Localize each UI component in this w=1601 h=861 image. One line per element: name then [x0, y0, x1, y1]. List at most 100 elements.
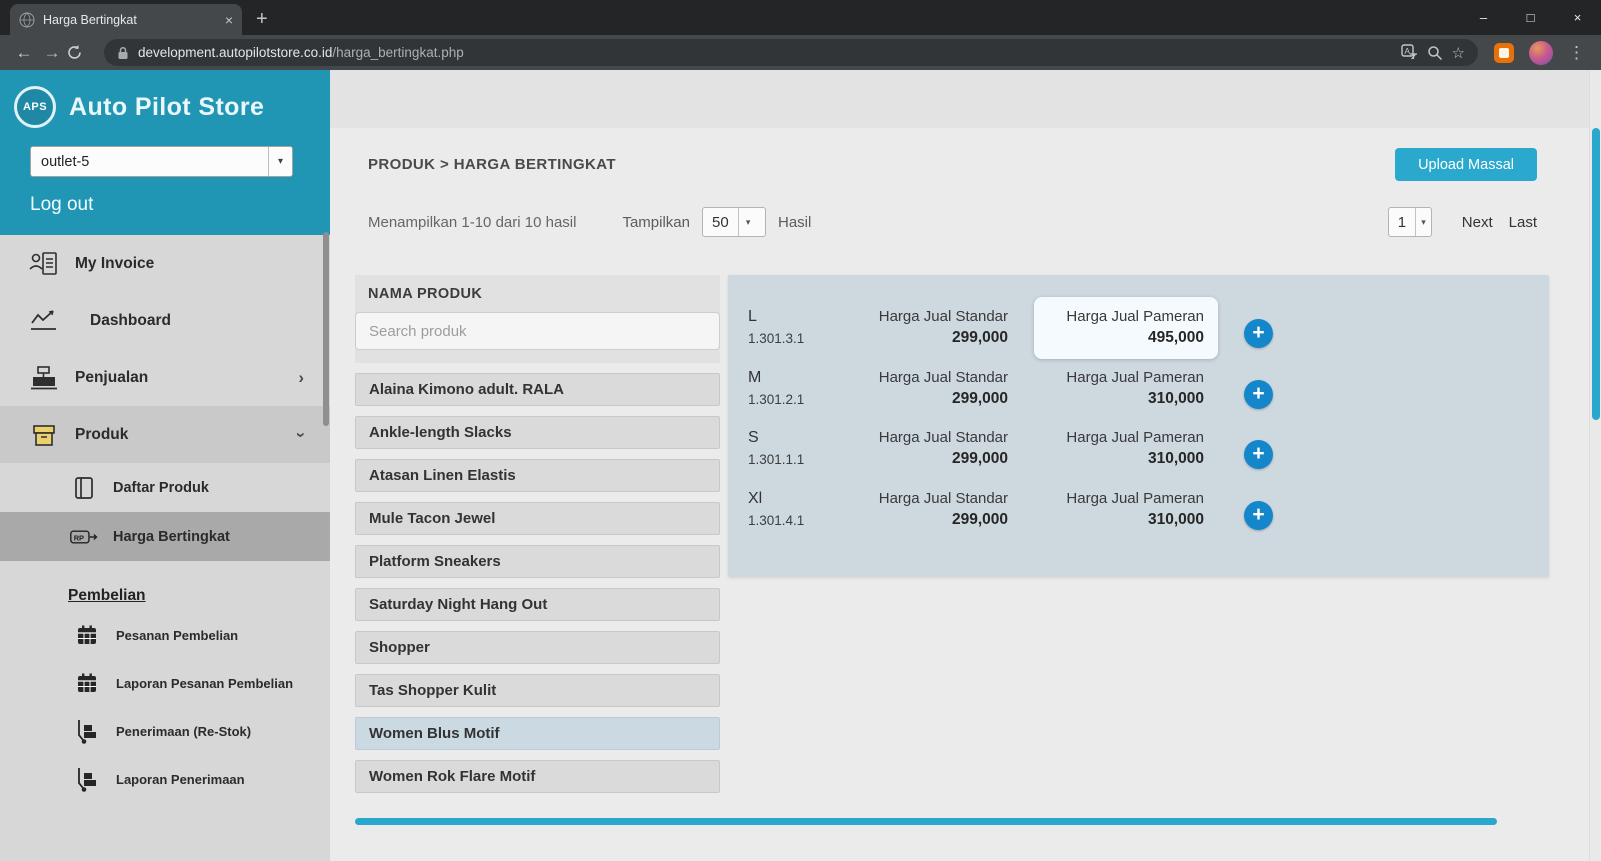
- browser-tab[interactable]: Harga Bertingkat ×: [10, 4, 242, 35]
- sidebar-item-produk[interactable]: Produk ›: [0, 406, 330, 463]
- variant-code: 1.301.1.1: [748, 452, 866, 467]
- pameran-price-cell[interactable]: Harga Jual Pameran 495,000: [1034, 297, 1218, 359]
- new-tab-button[interactable]: +: [256, 9, 268, 29]
- zoom-icon[interactable]: [1427, 45, 1443, 61]
- translate-icon[interactable]: A: [1401, 44, 1418, 61]
- horizontal-scrollbar-thumb[interactable]: [355, 818, 1497, 825]
- sidebar-item-my-invoice[interactable]: My Invoice: [0, 235, 330, 292]
- minimize-button[interactable]: –: [1460, 0, 1507, 35]
- pager: 1 ▾ Next Last: [1388, 207, 1537, 237]
- plus-icon: +: [1252, 383, 1264, 404]
- standar-price-cell[interactable]: Harga Jual Standar 299,000: [866, 419, 1008, 468]
- pameran-price-label: Harga Jual Pameran: [1048, 490, 1204, 507]
- page-body: NAMA PRODUK Alaina Kimono adult. RALA An…: [330, 275, 1601, 793]
- pameran-price-cell[interactable]: Harga Jual Pameran 310,000: [1034, 479, 1218, 541]
- product-list: Alaina Kimono adult. RALA Ankle-length S…: [355, 373, 720, 793]
- window-controls: – □ ×: [1460, 0, 1601, 35]
- product-name: Mule Tacon Jewel: [369, 510, 495, 527]
- sidebar-item-label: Penerimaan (Re-Stok): [116, 724, 251, 739]
- logout-link[interactable]: Log out: [0, 177, 330, 235]
- tab-strip: Harga Bertingkat × + – □ ×: [0, 0, 1601, 35]
- upload-massal-button[interactable]: Upload Massal: [1395, 148, 1537, 181]
- product-name: Shopper: [369, 639, 430, 656]
- page-size-arrow-icon: ▾: [738, 208, 758, 236]
- standar-price-label: Harga Jual Standar: [866, 429, 1008, 446]
- product-list-item[interactable]: Shopper: [355, 631, 720, 664]
- dashboard-chart-icon: [28, 308, 60, 334]
- product-list-item[interactable]: Women Blus Motif: [355, 717, 720, 750]
- sidebar-item-laporan-pesanan-pembelian[interactable]: Laporan Pesanan Pembelian: [0, 659, 330, 707]
- vertical-scrollbar-thumb[interactable]: [1592, 128, 1600, 420]
- sidebar-item-pesanan-pembelian[interactable]: Pesanan Pembelian: [0, 611, 330, 659]
- sidebar-item-penjualan[interactable]: Penjualan ›: [0, 349, 330, 406]
- product-name: Women Rok Flare Motif: [369, 768, 535, 785]
- variant-code: 1.301.4.1: [748, 513, 866, 528]
- product-name: Women Blus Motif: [369, 725, 500, 742]
- sidebar-item-penerimaan[interactable]: Penerimaan (Re-Stok): [0, 707, 330, 755]
- browser-chrome: Harga Bertingkat × + – □ × ← → developme…: [0, 0, 1601, 70]
- back-icon[interactable]: ←: [10, 43, 38, 63]
- sidebar-item-label: My Invoice: [75, 255, 154, 273]
- variant-size-cell: S 1.301.1.1: [748, 419, 866, 467]
- add-price-tier-button[interactable]: +: [1244, 440, 1273, 469]
- standar-price-cell[interactable]: Harga Jual Standar 299,000: [866, 359, 1008, 408]
- svg-text:RP: RP: [74, 533, 84, 542]
- product-list-item[interactable]: Women Rok Flare Motif: [355, 760, 720, 793]
- last-page-link[interactable]: Last: [1509, 214, 1537, 231]
- add-price-tier-button[interactable]: +: [1244, 319, 1273, 348]
- product-list-item[interactable]: Atasan Linen Elastis: [355, 459, 720, 492]
- outlet-select[interactable]: outlet-5 ▾: [30, 146, 293, 177]
- sidebar-menu: My Invoice Dashboard Penjualan ›: [0, 235, 330, 803]
- product-list-item[interactable]: Tas Shopper Kulit: [355, 674, 720, 707]
- maximize-button[interactable]: □: [1507, 0, 1554, 35]
- address-bar[interactable]: development.autopilotstore.co.id/harga_b…: [104, 39, 1478, 66]
- close-window-button[interactable]: ×: [1554, 0, 1601, 35]
- pameran-price-cell[interactable]: Harga Jual Pameran 310,000: [1034, 358, 1218, 420]
- extension-icon[interactable]: [1494, 43, 1514, 63]
- sidebar-item-dashboard[interactable]: Dashboard: [0, 292, 330, 349]
- page-number-select[interactable]: 1 ▾: [1388, 207, 1432, 237]
- url-text[interactable]: development.autopilotstore.co.id/harga_b…: [138, 45, 1392, 60]
- standar-price-cell[interactable]: Harga Jual Standar 299,000: [866, 480, 1008, 529]
- bookmark-star-icon[interactable]: ☆: [1452, 44, 1465, 62]
- add-price-tier-button[interactable]: +: [1244, 380, 1273, 409]
- variant-size: M: [748, 369, 866, 387]
- pameran-price-label: Harga Jual Pameran: [1048, 308, 1204, 325]
- rp-price-icon: RP: [70, 526, 98, 548]
- tab-close-icon[interactable]: ×: [225, 13, 233, 27]
- profile-avatar[interactable]: [1529, 41, 1553, 65]
- page-size-select[interactable]: 50 ▾: [702, 207, 766, 237]
- sidebar-section-pembelian[interactable]: Pembelian: [0, 587, 330, 605]
- product-panel-header: NAMA PRODUK: [355, 275, 720, 363]
- sidebar-item-label: Pesanan Pembelian: [116, 628, 238, 643]
- product-list-item[interactable]: Platform Sneakers: [355, 545, 720, 578]
- sidebar-item-daftar-produk[interactable]: Daftar Produk: [0, 463, 330, 512]
- forward-icon[interactable]: →: [38, 43, 66, 63]
- vertical-scrollbar[interactable]: [1589, 70, 1601, 861]
- sidebar-scrollbar-thumb[interactable]: [323, 232, 329, 426]
- brand-row: APS Auto Pilot Store: [0, 80, 330, 136]
- browser-menu-icon[interactable]: ⋮: [1568, 43, 1585, 63]
- product-list-item[interactable]: Saturday Night Hang Out: [355, 588, 720, 621]
- pameran-price-cell[interactable]: Harga Jual Pameran 310,000: [1034, 418, 1218, 480]
- hand-truck-icon: [74, 766, 100, 792]
- variant-row: S 1.301.1.1 Harga Jual Standar 299,000 H…: [748, 419, 1549, 480]
- brand-title: Auto Pilot Store: [69, 93, 264, 122]
- plus-icon: +: [1252, 322, 1264, 343]
- sidebar-item-harga-bertingkat[interactable]: RP Harga Bertingkat: [0, 512, 330, 561]
- pameran-price-value: 495,000: [1048, 329, 1204, 347]
- lock-icon[interactable]: [117, 46, 129, 60]
- reload-icon[interactable]: [66, 44, 94, 61]
- add-price-tier-button[interactable]: +: [1244, 501, 1273, 530]
- sidebar-item-laporan-penerimaan[interactable]: Laporan Penerimaan: [0, 755, 330, 803]
- sidebar: APS Auto Pilot Store outlet-5 ▾ Log out …: [0, 70, 330, 861]
- next-page-link[interactable]: Next: [1462, 214, 1493, 231]
- standar-price-cell[interactable]: Harga Jual Standar 299,000: [866, 298, 1008, 347]
- product-list-item[interactable]: Alaina Kimono adult. RALA: [355, 373, 720, 406]
- product-search-input[interactable]: [355, 312, 720, 350]
- product-list-item[interactable]: Ankle-length Slacks: [355, 416, 720, 449]
- variant-row: M 1.301.2.1 Harga Jual Standar 299,000 H…: [748, 359, 1549, 420]
- sidebar-item-label: Harga Bertingkat: [113, 529, 230, 545]
- pameran-price-value: 310,000: [1048, 450, 1204, 468]
- product-list-item[interactable]: Mule Tacon Jewel: [355, 502, 720, 535]
